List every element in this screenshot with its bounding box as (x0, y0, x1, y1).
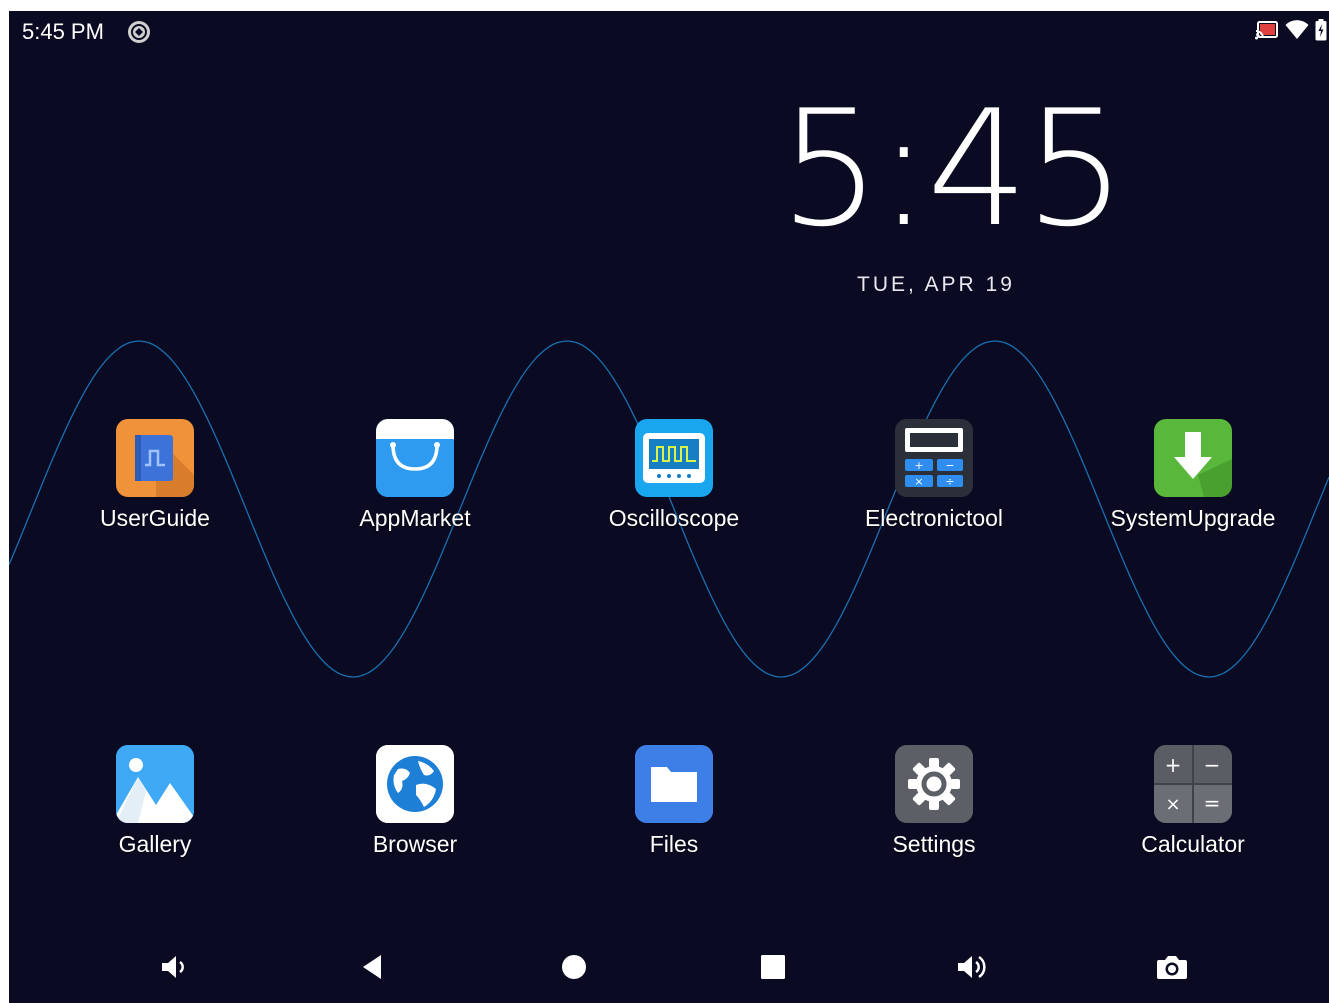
app-settings[interactable]: Settings (824, 745, 1044, 858)
svg-text:=: = (1204, 791, 1221, 815)
clock-time[interactable]: 5:45 (779, 89, 1126, 249)
svg-text:+: + (914, 459, 923, 472)
oscilloscope-icon (635, 419, 713, 497)
electronictool-icon: + − × ÷ (895, 419, 973, 497)
svg-text:−: − (945, 459, 954, 472)
cast-icon (1255, 20, 1279, 45)
gallery-icon (116, 745, 194, 823)
volume-up-icon[interactable] (951, 945, 995, 989)
settings-icon (895, 745, 973, 823)
recents-icon[interactable] (751, 945, 795, 989)
status-bar: 5:45 PM (9, 11, 1329, 53)
app-appmarket[interactable]: AppMarket (305, 419, 525, 532)
battery-icon (1315, 19, 1327, 46)
userguide-icon (116, 419, 194, 497)
app-label: SystemUpgrade (1110, 505, 1276, 531)
notification-icon (127, 20, 151, 44)
volume-down-icon[interactable] (152, 945, 196, 989)
svg-text:×: × (1165, 794, 1180, 815)
systemupgrade-icon (1154, 419, 1232, 497)
app-files[interactable]: Files (564, 745, 784, 858)
calculator-icon: + − × = (1154, 745, 1232, 823)
appmarket-icon (376, 419, 454, 497)
navigation-bar (9, 933, 1329, 1003)
app-systemupgrade[interactable]: SystemUpgrade (1083, 419, 1303, 532)
app-label: Settings (892, 831, 976, 857)
app-userguide[interactable]: UserGuide (45, 419, 265, 532)
app-label: Files (649, 831, 699, 857)
app-label: AppMarket (359, 505, 471, 531)
svg-text:×: × (914, 475, 923, 488)
screenshot-icon[interactable] (1150, 945, 1194, 989)
app-electronictool[interactable]: + − × ÷ Electronictool (824, 419, 1044, 532)
app-oscilloscope[interactable]: Oscilloscope (564, 419, 784, 532)
app-label: Electronictool (864, 505, 1004, 531)
app-label: Calculator (1141, 831, 1245, 857)
files-icon (635, 745, 713, 823)
app-label: Gallery (118, 831, 192, 857)
svg-text:÷: ÷ (945, 475, 954, 488)
app-gallery[interactable]: Gallery (45, 745, 265, 858)
back-icon[interactable] (351, 945, 395, 989)
app-label: UserGuide (100, 505, 210, 531)
wifi-icon (1285, 20, 1309, 45)
app-label: Oscilloscope (608, 505, 740, 531)
app-browser[interactable]: Browser (305, 745, 525, 858)
home-screen: 5:45 PM 5:45 TUE, APR 19 UserGuide AppMa… (9, 11, 1329, 1003)
home-icon[interactable] (552, 945, 596, 989)
app-label: Browser (372, 831, 458, 857)
svg-text:+: + (1165, 753, 1182, 777)
clock-date[interactable]: TUE, APR 19 (857, 273, 1015, 297)
status-icons (1255, 19, 1327, 46)
browser-icon (376, 745, 454, 823)
status-time: 5:45 PM (22, 19, 104, 44)
svg-text:−: − (1204, 753, 1221, 777)
app-calculator[interactable]: + − × = Calculator (1083, 745, 1303, 858)
